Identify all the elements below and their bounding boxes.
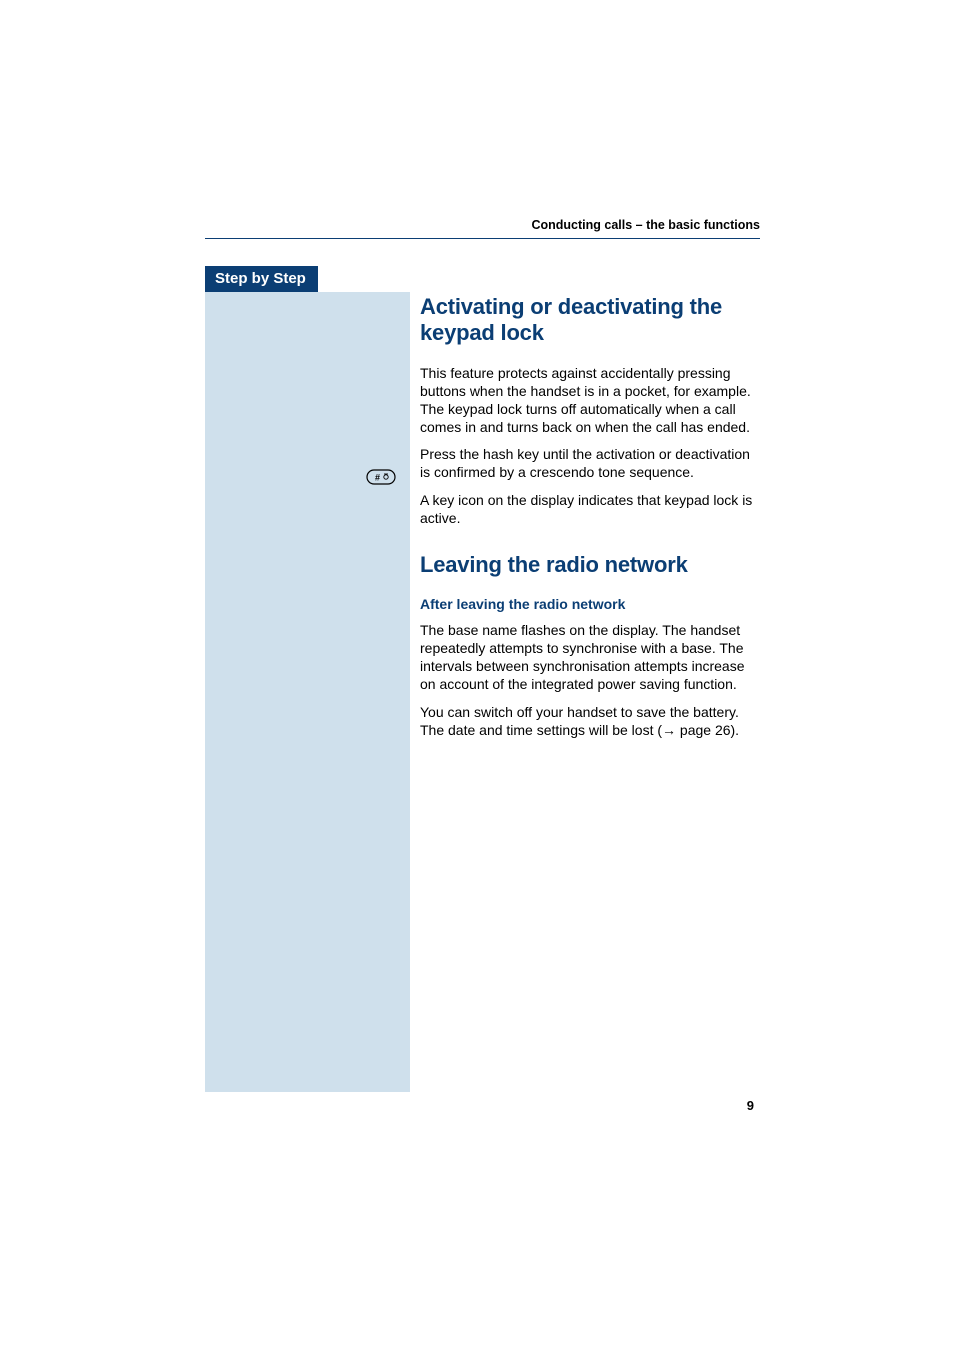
hash-key-icon-svg: # bbox=[366, 469, 396, 485]
header-rule bbox=[205, 238, 760, 239]
subheading-after-leaving: After leaving the radio network bbox=[420, 596, 760, 612]
svg-text:#: # bbox=[375, 473, 380, 483]
columns: Step by Step # Activating or deactivatin… bbox=[205, 266, 760, 1092]
running-head: Conducting calls – the basic functions bbox=[531, 218, 760, 232]
para-leaving-2: You can switch off your handset to save … bbox=[420, 704, 760, 740]
main-column: Activating or deactivating the keypad lo… bbox=[410, 266, 760, 750]
para-keypad-1: This feature protects against accidental… bbox=[420, 365, 760, 437]
sidebar-tab: Step by Step bbox=[205, 266, 318, 292]
para-keypad-3: A key icon on the display indicates that… bbox=[420, 492, 760, 528]
page-content: Conducting calls – the basic functions S… bbox=[205, 218, 760, 1092]
heading-keypad-lock: Activating or deactivating the keypad lo… bbox=[420, 294, 760, 347]
para-leaving-2b: page 26). bbox=[676, 722, 739, 738]
xref-arrow-icon: → bbox=[662, 722, 676, 738]
header: Conducting calls – the basic functions bbox=[205, 218, 760, 254]
para-leaving-1: The base name flashes on the display. Th… bbox=[420, 622, 760, 694]
page-number: 9 bbox=[747, 1098, 754, 1113]
sidebar-body: # bbox=[205, 292, 410, 1092]
hash-key-icon: # bbox=[366, 469, 396, 490]
para-keypad-2: Press the hash key until the activation … bbox=[420, 446, 760, 482]
heading-leaving-network: Leaving the radio network bbox=[420, 552, 760, 578]
sidebar: Step by Step # bbox=[205, 266, 410, 1092]
